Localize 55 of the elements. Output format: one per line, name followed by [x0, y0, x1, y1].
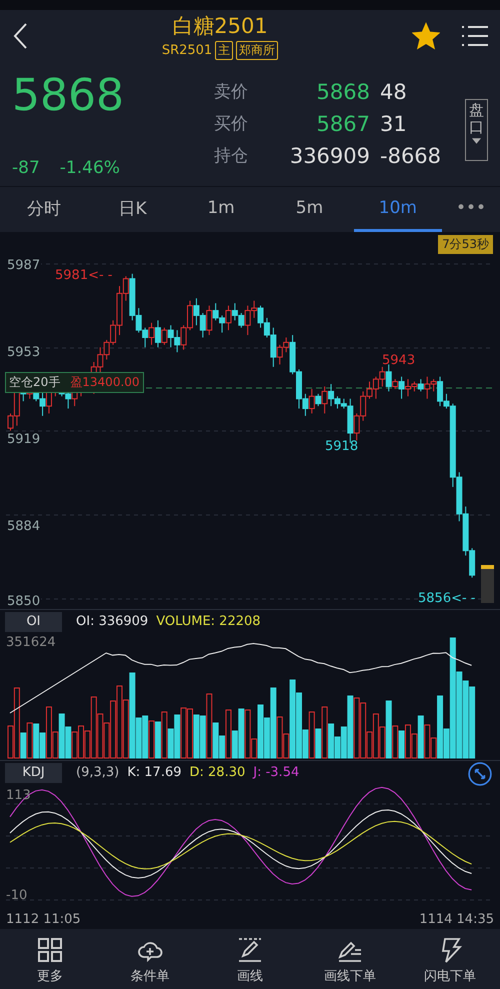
indicator-tab[interactable]: OI — [5, 612, 62, 632]
pencil-icon — [237, 937, 263, 963]
contract-code: SR2501 — [162, 43, 212, 58]
price-change: -87 — [12, 158, 40, 178]
back-icon[interactable] — [12, 22, 28, 50]
contract-title: 白糖2501 — [172, 13, 268, 40]
position-profit: 盈13400.00 — [70, 374, 140, 391]
kdj-axis-label: -10 — [6, 888, 28, 903]
exchange-tag: 主 — [215, 41, 234, 60]
expand-icon[interactable] — [468, 762, 492, 786]
toolbar-button[interactable]: 闪电下单 — [400, 929, 500, 989]
indicator-value: D: 28.30 — [190, 765, 246, 780]
grid-icon — [37, 937, 63, 963]
toolbar-button[interactable]: 条件单 — [100, 929, 200, 989]
book-label: 持仓 — [214, 145, 249, 168]
price-marker: 5918 — [325, 439, 358, 454]
countdown-timer: 7分53秒 — [438, 235, 493, 254]
toolbar-button[interactable]: 更多 — [0, 929, 100, 989]
toolbar-button[interactable]: 画线 — [200, 929, 300, 989]
volume-axis-label: 351624 — [6, 635, 56, 650]
kdj-axis-label: 113 — [6, 788, 31, 803]
book-quantity: 31 — [380, 112, 408, 136]
price-marker: 5981<- - — [55, 268, 112, 283]
period-tab[interactable]: 5m — [265, 187, 354, 232]
price-marker: 5856<- - — [418, 591, 476, 606]
last-price: 5868 — [12, 74, 125, 118]
indicator-tab[interactable]: KDJ — [5, 762, 62, 782]
indicator-value: K: 17.69 — [127, 765, 182, 780]
period-tab[interactable]: 1m — [176, 187, 266, 232]
percent-change: -1.46% — [60, 158, 120, 178]
book-label: 买价 — [214, 113, 249, 136]
time-axis-label: 1112 11:05 — [6, 912, 81, 926]
period-tab[interactable]: 日K — [88, 187, 177, 232]
book-price: 5867 — [316, 112, 371, 136]
indicator-value: (9,3,3) — [76, 765, 120, 780]
indicator-value: OI: 336909 — [76, 614, 148, 629]
book-quantity: -8668 — [380, 144, 442, 168]
exchange-tag: 郑商所 — [236, 41, 278, 60]
menu-icon[interactable] — [462, 25, 488, 47]
order-book-button[interactable]: 盘口 — [465, 99, 488, 161]
book-price: 5868 — [316, 80, 371, 104]
toolbar-button[interactable]: 画线下单 — [300, 929, 400, 989]
period-tab[interactable]: 分时 — [0, 187, 88, 232]
period-tab[interactable]: 10m — [354, 187, 442, 232]
book-label: 卖价 — [214, 81, 249, 104]
indicator-value: J: -3.54 — [253, 765, 300, 780]
position-size: 空仓20手 — [9, 374, 60, 391]
time-axis-label: 1114 14:35 — [419, 912, 494, 926]
indicator-value: VOLUME: 22208 — [156, 614, 261, 629]
book-quantity: 48 — [380, 80, 408, 104]
book-price: 336909 — [288, 144, 371, 168]
star-icon[interactable] — [412, 22, 440, 50]
more-tab[interactable]: ••• — [442, 187, 500, 232]
caret-icon — [472, 138, 481, 144]
price-marker: 5943 — [382, 353, 416, 368]
